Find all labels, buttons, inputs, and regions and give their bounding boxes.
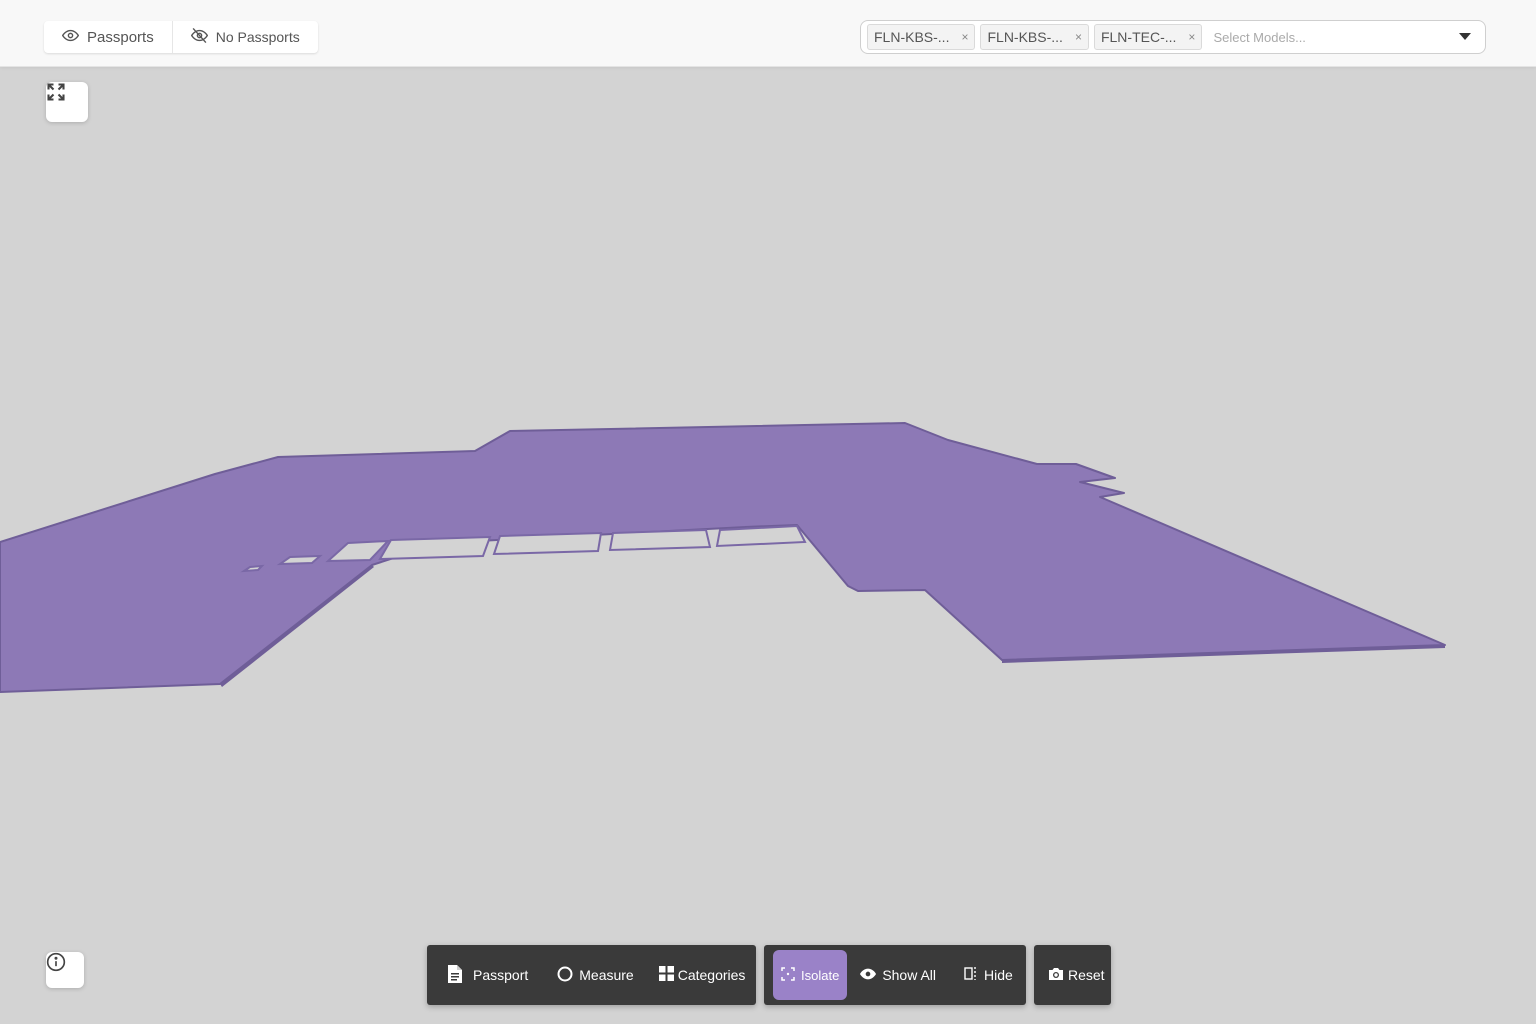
toolbar-group-reset: Reset — [1034, 945, 1111, 1005]
eye-icon — [61, 27, 80, 48]
info-button[interactable] — [46, 952, 84, 988]
model-chip: FLN-TEC-... × — [1093, 24, 1203, 50]
reset-button[interactable]: Reset — [1048, 950, 1105, 1000]
toolbar-group-visibility: Isolate Show All Hide — [764, 945, 1026, 1005]
model-viewport[interactable] — [0, 67, 1536, 1024]
grid-icon — [658, 966, 674, 984]
circle-icon — [557, 966, 573, 985]
measure-button[interactable]: Measure — [557, 950, 634, 1000]
categories-button[interactable]: Categories — [658, 950, 746, 1000]
measure-button-label: Measure — [579, 967, 634, 983]
chip-remove-icon[interactable]: × — [1188, 30, 1195, 44]
model-chip-label: FLN-KBS-... — [987, 29, 1063, 45]
chip-remove-icon[interactable]: × — [961, 30, 968, 44]
hide-icon — [964, 966, 978, 984]
isolate-button-label: Isolate — [801, 967, 840, 983]
hide-button-label: Hide — [984, 967, 1013, 983]
eye-icon — [860, 967, 877, 983]
chip-remove-icon[interactable]: × — [1075, 30, 1082, 44]
passport-toggle: Passports No Passports — [44, 21, 318, 53]
chevron-down-icon[interactable] — [1459, 33, 1471, 40]
show-all-button-label: Show All — [882, 967, 937, 983]
top-bar: Passports No Passports FLN-KBS-... × FLN… — [0, 0, 1536, 67]
reset-button-label: Reset — [1068, 967, 1105, 983]
isolate-button[interactable]: Isolate — [773, 950, 848, 1000]
passports-label: Passports — [87, 28, 154, 46]
fullscreen-button[interactable] — [46, 82, 88, 122]
passport-button[interactable]: Passport — [447, 950, 528, 1000]
passport-button-label: Passport — [473, 967, 529, 983]
floor-slab — [0, 422, 1446, 693]
eye-off-icon — [190, 27, 208, 47]
model-select-placeholder[interactable]: Select Models... — [1213, 30, 1306, 45]
passports-button[interactable]: Passports — [44, 21, 172, 53]
show-all-button[interactable]: Show All — [860, 950, 936, 1000]
camera-icon — [1048, 967, 1064, 984]
model-chip: FLN-KBS-... × — [980, 24, 1089, 50]
no-passports-label: No Passports — [215, 29, 300, 45]
building-model-render — [0, 422, 1446, 693]
hide-button[interactable]: Hide — [964, 950, 1013, 1000]
model-select[interactable]: FLN-KBS-... × FLN-KBS-... × FLN-TEC-... … — [860, 20, 1486, 54]
toolbar-group-info: Passport Measure Categories — [427, 945, 756, 1005]
model-chip-label: FLN-KBS-... — [874, 29, 950, 45]
document-icon — [447, 964, 463, 986]
model-chip-label: FLN-TEC-... — [1100, 29, 1177, 45]
no-passports-button[interactable]: No Passports — [171, 21, 318, 53]
categories-button-label: Categories — [677, 967, 746, 983]
model-chip: FLN-KBS-... × — [867, 24, 976, 50]
isolate-icon — [781, 966, 795, 984]
